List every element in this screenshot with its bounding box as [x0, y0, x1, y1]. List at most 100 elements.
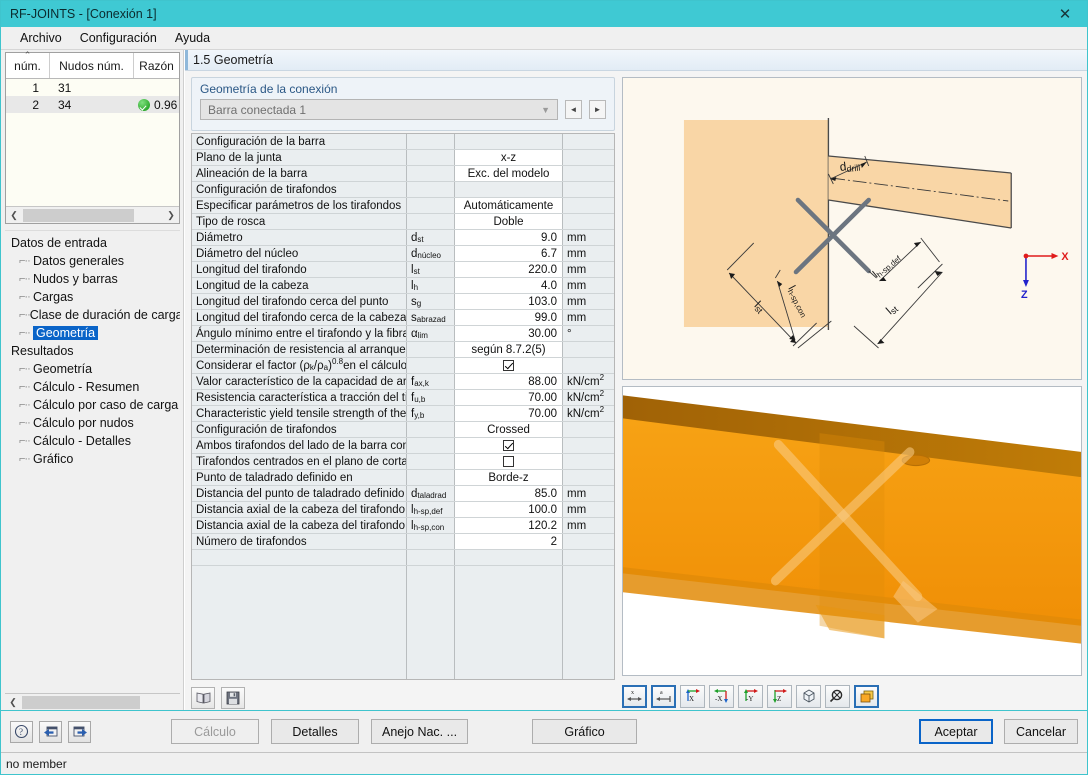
next-member-button[interactable]: ► — [589, 100, 606, 119]
property-row[interactable]: Diámetro del núcleo d núcleo 6.7 mm — [192, 246, 614, 262]
tree-item-calculo-por-nudos[interactable]: ⌐·· Cálculo por nudos — [5, 414, 180, 432]
column-header-nodes[interactable]: Nudos núm. — [50, 53, 134, 78]
aceptar-button[interactable]: Aceptar — [919, 719, 993, 744]
property-row[interactable]: Diámetro d st 9.0 mm — [192, 230, 614, 246]
property-row[interactable]: Configuración de la barra — [192, 134, 614, 150]
checkbox[interactable] — [503, 360, 514, 371]
layers-button[interactable] — [854, 684, 879, 708]
tree-item-resultados[interactable]: Resultados — [5, 342, 180, 360]
property-value[interactable]: Automáticamente — [455, 198, 563, 213]
library-button[interactable] — [191, 686, 215, 709]
menu-item-ayuda[interactable]: Ayuda — [166, 28, 219, 48]
property-value[interactable]: 88.00 — [455, 374, 563, 389]
save-button[interactable] — [221, 686, 245, 709]
property-row[interactable]: Determinación de resistencia al arranque… — [192, 342, 614, 358]
property-row[interactable]: Distancia axial de la cabeza del tirafon… — [192, 518, 614, 534]
property-value[interactable]: Crossed — [455, 422, 563, 437]
property-value[interactable]: según 8.7.2(5) — [455, 342, 563, 357]
property-value[interactable]: 30.00 — [455, 326, 563, 341]
anejo-nacional-button[interactable]: Anejo Nac. ... — [371, 719, 469, 744]
property-value[interactable]: 4.0 — [455, 278, 563, 293]
property-row[interactable]: Configuración de tirafondos — [192, 182, 614, 198]
property-row[interactable]: Valor característico de la capacidad de … — [192, 373, 614, 390]
connection-3d-view[interactable] — [622, 386, 1082, 676]
scroll-left-icon[interactable]: ❮ — [5, 697, 21, 708]
next-dialog-button[interactable] — [68, 720, 91, 743]
property-value[interactable] — [455, 454, 563, 469]
property-row[interactable]: Configuración de tirafondos Crossed — [192, 422, 614, 438]
view-minus-y-button[interactable]: -Y — [738, 684, 763, 708]
previous-member-button[interactable]: ◄ — [565, 100, 582, 119]
property-row[interactable]: Distancia del punto de taladrado definid… — [192, 486, 614, 502]
cancelar-button[interactable]: Cancelar — [1004, 719, 1078, 744]
property-value[interactable]: 99.0 — [455, 310, 563, 325]
tree-item-datos-generales[interactable]: ⌐·· Datos generales — [5, 252, 180, 270]
tree-item-clase-duracion-carga[interactable]: ⌐·· Clase de duración de carga y se — [5, 306, 180, 324]
tree-item-grafico[interactable]: ⌐·· Gráfico — [5, 450, 180, 468]
property-row[interactable]: Longitud de la cabeza l h 4.0 mm — [192, 278, 614, 294]
property-value[interactable]: 2 — [455, 534, 563, 549]
property-value[interactable]: 100.0 — [455, 502, 563, 517]
table-row[interactable]: 2 34 0.96 — [6, 96, 179, 113]
property-value[interactable]: 220.0 — [455, 262, 563, 277]
property-row[interactable]: Tirafondos centrados en el plano de cort… — [192, 454, 614, 470]
property-row[interactable]: Punto de taladrado definido en Borde-z — [192, 470, 614, 486]
menu-item-configuracion[interactable]: Configuración — [71, 28, 166, 48]
scroll-thumb[interactable] — [22, 695, 140, 709]
calculo-button[interactable]: Cálculo — [171, 719, 259, 744]
scroll-right-icon[interactable]: ❯ — [163, 207, 179, 223]
tree-item-calculo-detalles[interactable]: ⌐·· Cálculo - Detalles — [5, 432, 180, 450]
previous-dialog-button[interactable] — [39, 720, 62, 743]
property-value[interactable] — [455, 358, 563, 373]
scroll-left-icon[interactable]: ❮ — [6, 207, 22, 223]
checkbox[interactable] — [503, 456, 514, 467]
property-row[interactable]: Ambos tirafondos del lado de la barra co… — [192, 438, 614, 454]
menu-item-archivo[interactable]: Archivo — [11, 28, 71, 48]
detalles-button[interactable]: Detalles — [271, 719, 359, 744]
property-row[interactable]: Plano de la junta x-z — [192, 150, 614, 166]
property-row[interactable]: Ángulo mínimo entre el tirafondo y la fi… — [192, 326, 614, 342]
zoom-all-button[interactable] — [825, 684, 850, 708]
property-row[interactable]: Longitud del tirafondo l st 220.0 mm — [192, 262, 614, 278]
property-row[interactable]: Especificar parámetros de los tirafondos… — [192, 198, 614, 214]
scroll-thumb[interactable] — [23, 208, 134, 222]
isometric-view-button[interactable] — [796, 684, 821, 708]
help-button[interactable]: ? — [10, 720, 33, 743]
connection-diagram[interactable]: ddrill lst lh-sp,con lh-sp,def lst X Z — [622, 77, 1082, 380]
property-row[interactable]: Alineación de la barra Exc. del modelo — [192, 166, 614, 182]
property-value[interactable]: Borde-z — [455, 470, 563, 485]
tree-horizontal-scrollbar[interactable]: ❮ — [5, 693, 180, 710]
view-z-button[interactable]: Z — [767, 684, 792, 708]
tree-item-datos-de-entrada[interactable]: Datos de entrada — [5, 234, 180, 252]
tree-item-geometria-resultados[interactable]: ⌐·· Geometría — [5, 360, 180, 378]
property-row[interactable]: Número de tirafondos 2 — [192, 534, 614, 550]
grafico-button[interactable]: Gráfico — [532, 719, 638, 744]
dimension-a-button[interactable]: a — [651, 684, 676, 708]
property-row[interactable]: Tipo de rosca Doble — [192, 214, 614, 230]
close-icon[interactable]: ✕ — [1043, 1, 1087, 27]
property-row[interactable]: Considerar el factor (ρ k/ρ a) 0.8 en el cá… — [192, 358, 614, 374]
property-value[interactable] — [455, 438, 563, 453]
property-value[interactable]: 6.7 — [455, 246, 563, 261]
table-row[interactable]: 1 31 — [6, 79, 179, 96]
checkbox[interactable] — [503, 440, 514, 451]
column-header-ratio[interactable]: Razón — [134, 53, 179, 78]
property-row[interactable]: Characteristic yield tensile strength of… — [192, 405, 614, 422]
tree-item-calculo-resumen[interactable]: ⌐·· Cálculo - Resumen — [5, 378, 180, 396]
dimension-x-button[interactable]: x — [622, 684, 647, 708]
column-header-num[interactable]: ⌃ núm. — [6, 50, 50, 78]
connected-member-select[interactable]: Barra conectada 1 ▼ — [200, 99, 558, 120]
view-minus-x-button[interactable]: -X — [709, 684, 734, 708]
property-value[interactable]: x-z — [455, 150, 563, 165]
property-value[interactable]: 120.2 — [455, 518, 563, 533]
property-value[interactable]: 9.0 — [455, 230, 563, 245]
property-row[interactable]: Longitud del tirafondo cerca del punto s g… — [192, 294, 614, 310]
property-row[interactable]: Distancia axial de la cabeza del tirafon… — [192, 502, 614, 518]
view-x-button[interactable]: X — [680, 684, 705, 708]
property-row[interactable]: Resistencia característica a tracción de… — [192, 389, 614, 406]
tree-item-nudos-y-barras[interactable]: ⌐·· Nudos y barras — [5, 270, 180, 288]
tree-item-geometria-entrada[interactable]: ⌐·· Geometría — [5, 324, 180, 342]
property-value[interactable]: 70.00 — [455, 390, 563, 405]
property-value[interactable]: 103.0 — [455, 294, 563, 309]
property-value[interactable]: 70.00 — [455, 406, 563, 421]
